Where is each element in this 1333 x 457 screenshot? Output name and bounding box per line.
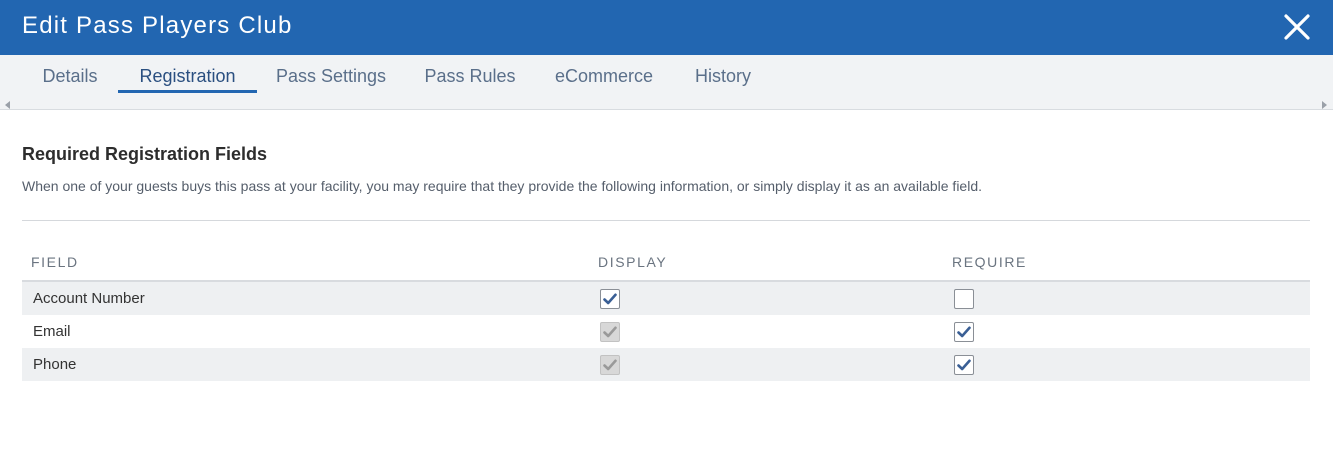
display-checkbox (600, 355, 620, 375)
table-row: Account Number (22, 282, 1310, 315)
tab-history[interactable]: History (683, 55, 763, 93)
require-checkbox[interactable] (954, 322, 974, 342)
table-row: Email (22, 315, 1310, 348)
column-header-require: REQUIRE (952, 254, 1027, 270)
field-name: Phone (33, 356, 77, 373)
table-header: FIELD DISPLAY REQUIRE (22, 244, 1310, 282)
section-title: Required Registration Fields (22, 144, 268, 164)
section-description: When one of your guests buys this pass a… (22, 178, 982, 194)
divider (22, 220, 1310, 221)
tab-bar: Details Registration Pass Settings Pass … (0, 55, 1333, 93)
check-icon (603, 359, 617, 371)
column-header-field: FIELD (31, 254, 79, 270)
tab-scroll-strip (0, 93, 1333, 110)
column-header-display: DISPLAY (598, 254, 668, 270)
check-icon (603, 293, 617, 305)
check-icon (957, 326, 971, 338)
field-name: Email (33, 323, 71, 340)
tab-registration[interactable]: Registration (118, 55, 257, 93)
table-row: Phone (22, 348, 1310, 381)
check-icon (603, 326, 617, 338)
display-checkbox (600, 322, 620, 342)
tab-ecommerce[interactable]: eCommerce (545, 55, 663, 93)
dialog-header: Edit Pass Players Club (0, 0, 1333, 55)
field-name: Account Number (33, 290, 145, 307)
registration-fields-table: FIELD DISPLAY REQUIRE Account Number Ema… (22, 244, 1310, 381)
chevron-left-icon[interactable] (4, 97, 12, 109)
require-checkbox[interactable] (954, 289, 974, 309)
check-icon (957, 359, 971, 371)
close-icon[interactable] (1282, 12, 1312, 42)
display-checkbox[interactable] (600, 289, 620, 309)
chevron-right-icon[interactable] (1320, 97, 1328, 109)
tab-details[interactable]: Details (30, 55, 110, 93)
tab-pass-rules[interactable]: Pass Rules (415, 55, 525, 93)
require-checkbox[interactable] (954, 355, 974, 375)
dialog-title: Edit Pass Players Club (22, 12, 293, 39)
tab-pass-settings[interactable]: Pass Settings (266, 55, 396, 93)
